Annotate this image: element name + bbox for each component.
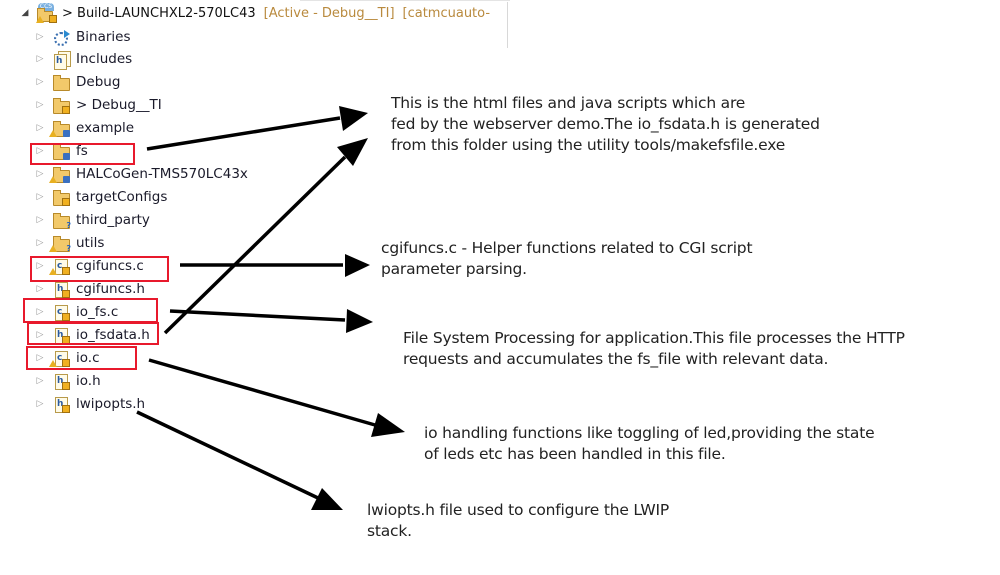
annotation-line: from this folder using the utility tools… xyxy=(391,136,786,154)
annotation-line: This is the html files and java scripts … xyxy=(391,94,746,112)
arrow-cgifuncs xyxy=(180,254,370,277)
arrow-io-fsdata xyxy=(163,138,368,335)
arrow-lwipopts xyxy=(136,410,343,510)
annotation-cgifuncs: cgifuncs.c - Helper functions related to… xyxy=(381,238,753,280)
annotation-lwipopts: lwiopts.h file used to configure the LWI… xyxy=(367,500,669,542)
annotation-line: requests and accumulates the fs_file wit… xyxy=(403,350,829,368)
annotation-line: cgifuncs.c - Helper functions related to… xyxy=(381,239,753,257)
annotation-io-fs: File System Processing for application.T… xyxy=(403,328,905,370)
annotation-line: io handling functions like toggling of l… xyxy=(424,424,875,442)
annotation-line: of leds etc has been handled in this fil… xyxy=(424,445,726,463)
arrow-io-fs xyxy=(169,309,373,333)
arrow-io xyxy=(148,358,405,437)
annotation-line: fed by the webserver demo.The io_fsdata.… xyxy=(391,115,820,133)
annotation-line: stack. xyxy=(367,522,412,540)
annotation-io: io handling functions like toggling of l… xyxy=(424,423,875,465)
arrow-fs xyxy=(146,106,368,151)
annotation-line: File System Processing for application.T… xyxy=(403,329,905,347)
annotation-line: lwiopts.h file used to configure the LWI… xyxy=(367,501,670,519)
annotation-arrows xyxy=(136,106,405,510)
annotation-fs: This is the html files and java scripts … xyxy=(391,93,820,156)
annotation-line: parameter parsing. xyxy=(381,260,527,278)
